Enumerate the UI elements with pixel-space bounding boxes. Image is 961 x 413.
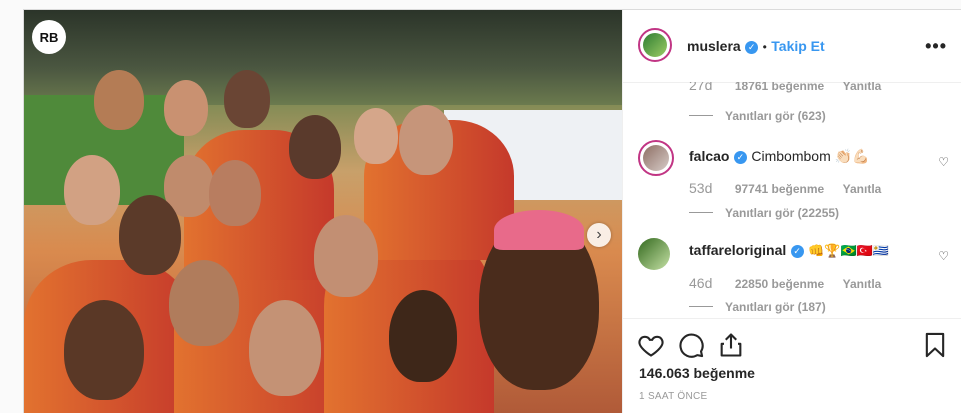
player-face xyxy=(399,105,453,175)
comment-time[interactable]: 46d xyxy=(689,275,712,291)
view-replies[interactable]: Yanıtları gör (623) xyxy=(689,107,826,125)
post-photo[interactable]: RB › xyxy=(24,10,622,413)
player-face xyxy=(164,80,208,136)
view-replies-label: Yanıtları gör (22255) xyxy=(725,206,840,220)
view-replies[interactable]: Yanıtları gör (22255) xyxy=(689,204,839,222)
post-timestamp[interactable]: 1 SAAT ÖNCE xyxy=(639,391,708,402)
comment-meta: 53d 97741 beğenme Yanıtla xyxy=(689,180,881,198)
comment-text: Cimbombom 👏🏻💪🏻 xyxy=(751,148,870,164)
player-face xyxy=(314,215,378,297)
comment-likes[interactable]: 97741 beğenme xyxy=(735,182,824,196)
view-replies-label: Yanıtları gör (623) xyxy=(725,109,826,123)
comment-meta: 27d 18761 beğenme Yanıtla xyxy=(689,82,881,95)
verified-icon: ✓ xyxy=(733,151,747,164)
comment-avatar[interactable] xyxy=(638,140,674,176)
player-face xyxy=(289,115,341,179)
header-info: muslera ✓ • Takip Et xyxy=(687,38,825,56)
player-face xyxy=(94,70,144,130)
player-face xyxy=(64,155,120,225)
comment-time[interactable]: 53d xyxy=(689,180,712,196)
post-header: muslera ✓ • Takip Et ••• xyxy=(623,10,961,83)
like-count[interactable]: 146.063 beğenme xyxy=(639,365,755,381)
comment-like-icon[interactable]: ♡ xyxy=(938,155,949,169)
player-face xyxy=(119,195,181,275)
reply-button[interactable]: Yanıtla xyxy=(843,182,882,196)
post-card: RB › muslera ✓ • Takip Et ••• 27d 18761 … xyxy=(23,9,961,413)
comment-username[interactable]: taffareloriginal xyxy=(689,242,786,258)
comment-likes[interactable]: 22850 beğenme xyxy=(735,277,824,291)
heart-icon[interactable] xyxy=(637,331,665,359)
player-face xyxy=(389,290,457,382)
comment-likes[interactable]: 18761 beğenme xyxy=(735,82,824,93)
comment-meta: 46d 22850 beğenme Yanıtla xyxy=(689,275,881,293)
comment-icon[interactable] xyxy=(677,331,705,359)
chevron-right-icon: › xyxy=(596,226,602,243)
pink-hair xyxy=(494,210,584,250)
comment-username[interactable]: falcao xyxy=(689,148,729,164)
player-face xyxy=(64,300,144,400)
more-options-icon[interactable]: ••• xyxy=(925,36,947,57)
comment-avatar[interactable] xyxy=(638,238,670,270)
header-username[interactable]: muslera xyxy=(687,38,741,54)
avatar[interactable] xyxy=(638,28,672,62)
post-actions: 146.063 beğenme 1 SAAT ÖNCE xyxy=(623,318,961,413)
player-face xyxy=(354,108,398,164)
bookmark-icon[interactable] xyxy=(921,331,949,359)
player-face xyxy=(224,70,270,128)
player-face xyxy=(209,160,261,226)
next-image-button[interactable]: › xyxy=(587,223,611,247)
share-icon[interactable] xyxy=(717,331,745,359)
comment-text: 👊🏆🇧🇷🇹🇷🇺🇾 xyxy=(808,243,890,258)
follow-button[interactable]: Takip Et xyxy=(771,38,824,54)
view-replies[interactable]: Yanıtları gör (187) xyxy=(689,298,826,316)
reply-button[interactable]: Yanıtla xyxy=(843,277,882,291)
post-sidebar: muslera ✓ • Takip Et ••• 27d 18761 beğen… xyxy=(622,10,961,413)
comments-list[interactable]: 27d 18761 beğenme Yanıtla Yanıtları gör … xyxy=(623,82,961,318)
separator-dot: • xyxy=(762,40,767,54)
verified-icon: ✓ xyxy=(745,41,759,54)
player-face xyxy=(169,260,239,346)
comment-body: taffareloriginal ✓ 👊🏆🇧🇷🇹🇷🇺🇾 xyxy=(689,242,889,260)
reply-button[interactable]: Yanıtla xyxy=(843,82,882,93)
comment-like-icon[interactable]: ♡ xyxy=(938,249,949,263)
comment-time[interactable]: 27d xyxy=(689,82,712,93)
player-face xyxy=(249,300,321,396)
comment-body: falcao ✓ Cimbombom 👏🏻💪🏻 xyxy=(689,148,869,166)
watermark-logo: RB xyxy=(32,20,66,54)
verified-icon: ✓ xyxy=(790,245,804,258)
view-replies-label: Yanıtları gör (187) xyxy=(725,300,826,314)
